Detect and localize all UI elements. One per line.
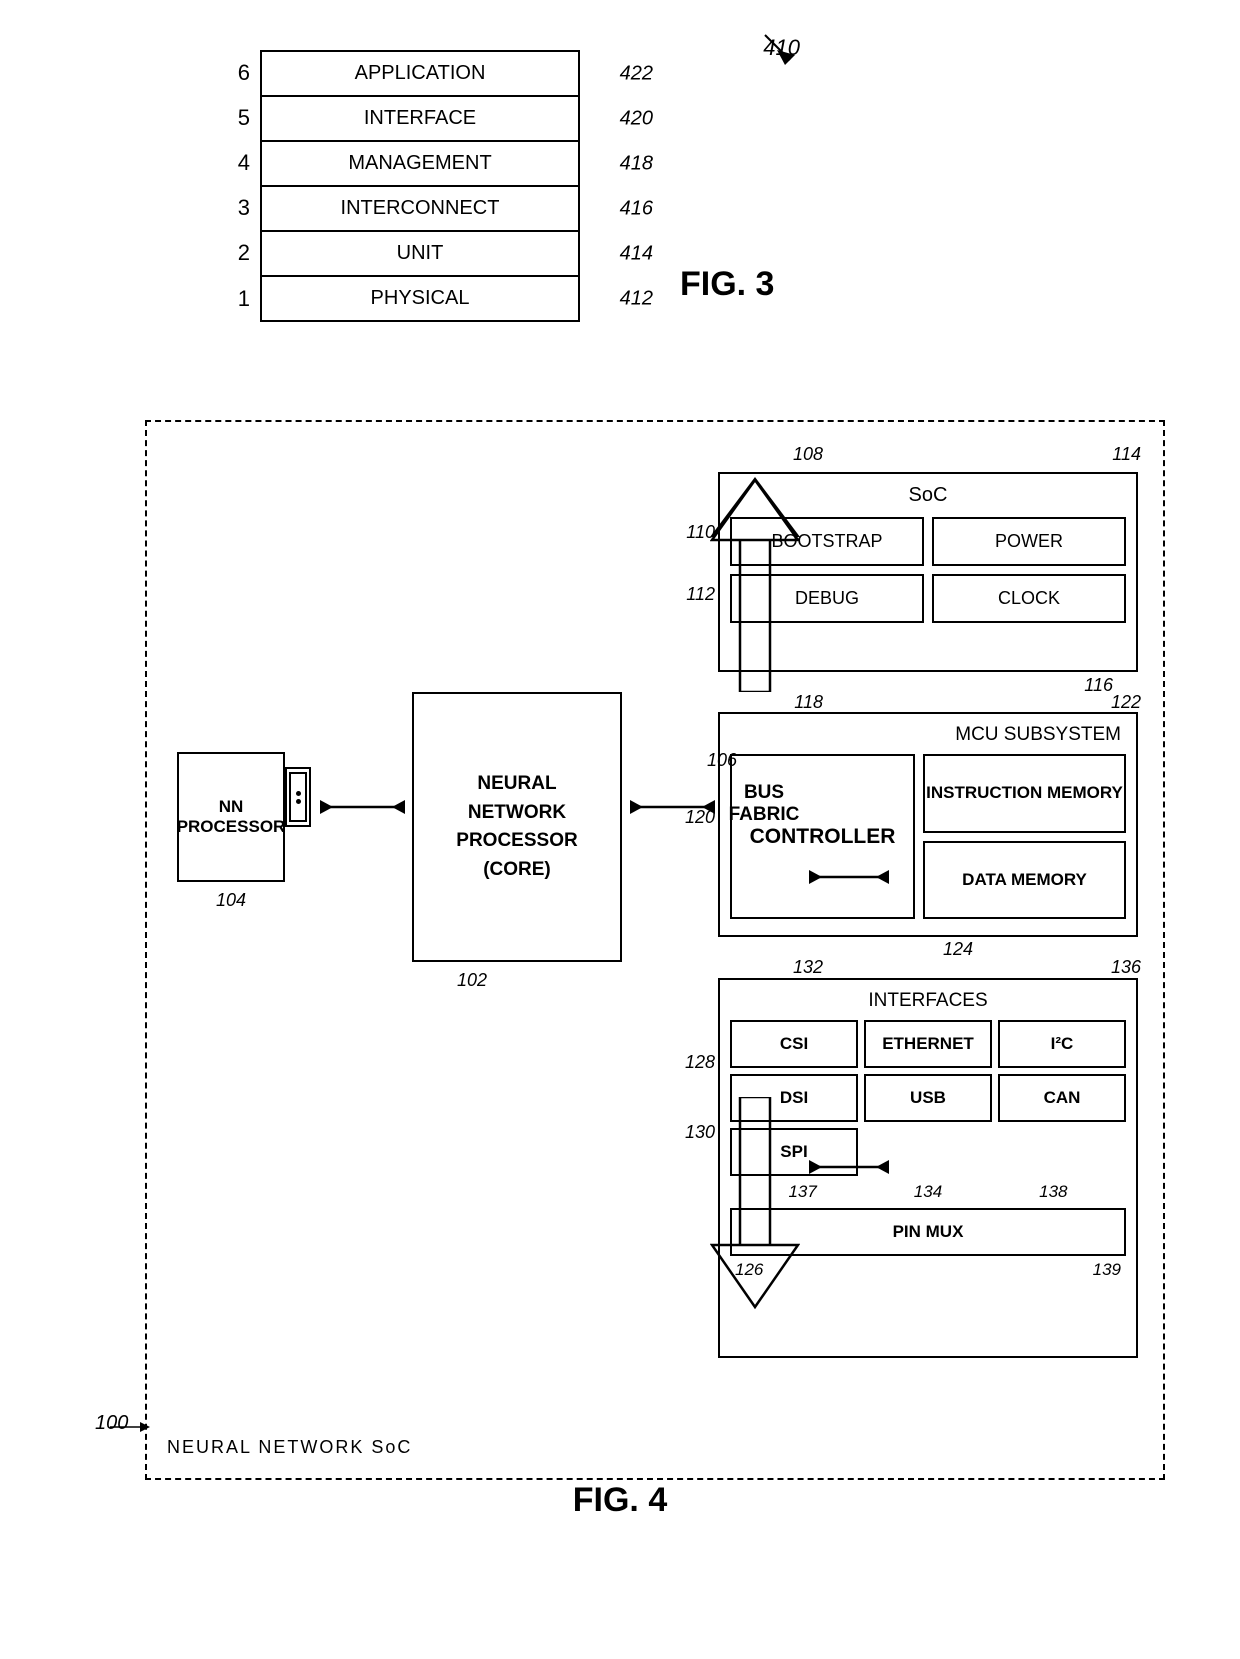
- ref-118: 118: [794, 692, 823, 713]
- ref-422: 422: [620, 62, 653, 85]
- stack-cell-application: APPLICATION 422: [260, 50, 580, 95]
- if-refs-row3: 137 134 138: [730, 1182, 1126, 1202]
- interfaces-row1: CSI ETHERNET I²C: [730, 1020, 1126, 1068]
- ref-110: 110: [686, 522, 715, 543]
- soc-box: SoC BOOTSTRAP POWER DEBUG CLOCK: [718, 472, 1138, 672]
- interfaces-row2: DSI USB CAN: [730, 1074, 1126, 1122]
- ref-102: 102: [457, 970, 487, 991]
- if-spacer2: [998, 1128, 1126, 1176]
- ref-126: 126: [735, 1260, 763, 1280]
- ref-122: 122: [1111, 692, 1141, 713]
- soc-power: POWER: [932, 517, 1126, 566]
- nnp-core-box: NEURAL NETWORK PROCESSOR (CORE): [412, 692, 622, 962]
- stack-row-5: 5 INTERFACE 420: [220, 95, 640, 140]
- neural-network-soc-label: NEURAL NETWORK SoC: [167, 1437, 412, 1458]
- ref-116: 116: [1084, 675, 1113, 696]
- stack-cell-interface: INTERFACE 420: [260, 95, 580, 140]
- memory-col: INSTRUCTION MEMORY DATA MEMORY: [923, 754, 1126, 919]
- if-csi: CSI: [730, 1020, 858, 1068]
- stack-num-4: 4: [220, 150, 260, 176]
- stack-num-6: 6: [220, 60, 260, 86]
- ref-416: 416: [620, 197, 653, 220]
- stack-row-1: 1 PHYSICAL 412: [220, 275, 640, 322]
- stack-row-6: 6 APPLICATION 422: [220, 50, 640, 95]
- ref-414: 414: [620, 242, 653, 265]
- soc-bootstrap: BOOTSTRAP: [730, 517, 924, 566]
- nn-processor-box: NN PROCESSOR: [177, 752, 285, 882]
- ref-128: 128: [685, 1052, 715, 1073]
- if-ethernet: ETHERNET: [864, 1020, 992, 1068]
- ref-104: 104: [177, 890, 285, 911]
- stack-cell-management: MANAGEMENT 418: [260, 140, 580, 185]
- stack-cell-unit: UNIT 414: [260, 230, 580, 275]
- fig4-title: FIG. 4: [573, 1481, 667, 1520]
- mcu-label: MCU SUBSYSTEM: [730, 724, 1126, 746]
- controller-box: CONTROLLER: [730, 754, 915, 919]
- ref-418: 418: [620, 152, 653, 175]
- ref-137: 137: [788, 1182, 816, 1202]
- stack-num-1: 1: [220, 286, 260, 312]
- ref-138: 138: [1039, 1182, 1067, 1202]
- fig3-title: FIG. 3: [680, 265, 774, 304]
- pin-mux: PIN MUX: [730, 1208, 1126, 1256]
- ref-108: 108: [793, 444, 823, 465]
- stack-cell-physical: PHYSICAL 412: [260, 275, 580, 322]
- stack-num-3: 3: [220, 195, 260, 221]
- if-i2c: I²C: [998, 1020, 1126, 1068]
- interfaces-row3: SPI: [730, 1128, 1126, 1176]
- ref-114: 114: [1112, 444, 1141, 465]
- soc-debug: DEBUG: [730, 574, 924, 623]
- instruction-memory: INSTRUCTION MEMORY: [923, 754, 1126, 833]
- ref-130: 130: [685, 1122, 715, 1143]
- if-can: CAN: [998, 1074, 1126, 1122]
- stack-num-5: 5: [220, 105, 260, 131]
- pin-mux-refs: 126 139: [730, 1260, 1126, 1280]
- nn-connector-inner: [289, 772, 307, 822]
- arrow-nnproc-core: [315, 782, 410, 832]
- ref-412: 412: [620, 287, 653, 310]
- soc-clock: CLOCK: [932, 574, 1126, 623]
- if-dsi: DSI: [730, 1074, 858, 1122]
- soc-grid: BOOTSTRAP POWER DEBUG CLOCK: [730, 517, 1126, 623]
- main-outer-box: NEURAL NETWORK SoC NN PROCESSOR 104: [145, 420, 1165, 1480]
- ref-139: 139: [1093, 1260, 1121, 1280]
- ref-132: 132: [793, 957, 823, 978]
- soc-label: SoC: [730, 484, 1126, 507]
- ref-136: 136: [1111, 957, 1141, 978]
- ref-420: 420: [620, 107, 653, 130]
- if-usb: USB: [864, 1074, 992, 1122]
- interfaces-label: INTERFACES: [730, 990, 1126, 1012]
- ref-134: 134: [914, 1182, 942, 1202]
- stack-row-4: 4 MANAGEMENT 418: [220, 140, 640, 185]
- stack-row-2: 2 UNIT 414: [220, 230, 640, 275]
- stack-cell-interconnect: INTERCONNECT 416: [260, 185, 580, 230]
- if-spacer1: [864, 1128, 992, 1176]
- mcu-inner: CONTROLLER INSTRUCTION MEMORY DATA MEMOR…: [730, 754, 1126, 919]
- data-memory: DATA MEMORY: [923, 841, 1126, 920]
- if-spi: SPI: [730, 1128, 858, 1176]
- stack-num-2: 2: [220, 240, 260, 266]
- fig3-arrow: [755, 30, 815, 70]
- stack-row-3: 3 INTERCONNECT 416: [220, 185, 640, 230]
- ref-120: 120: [685, 807, 715, 828]
- mcu-box: MCU SUBSYSTEM CONTROLLER INSTRUCTION MEM…: [718, 712, 1138, 937]
- ref-124: 124: [943, 939, 973, 960]
- interfaces-box: INTERFACES CSI ETHERNET I²C DSI USB CAN …: [718, 978, 1138, 1358]
- ref-112: 112: [686, 584, 715, 605]
